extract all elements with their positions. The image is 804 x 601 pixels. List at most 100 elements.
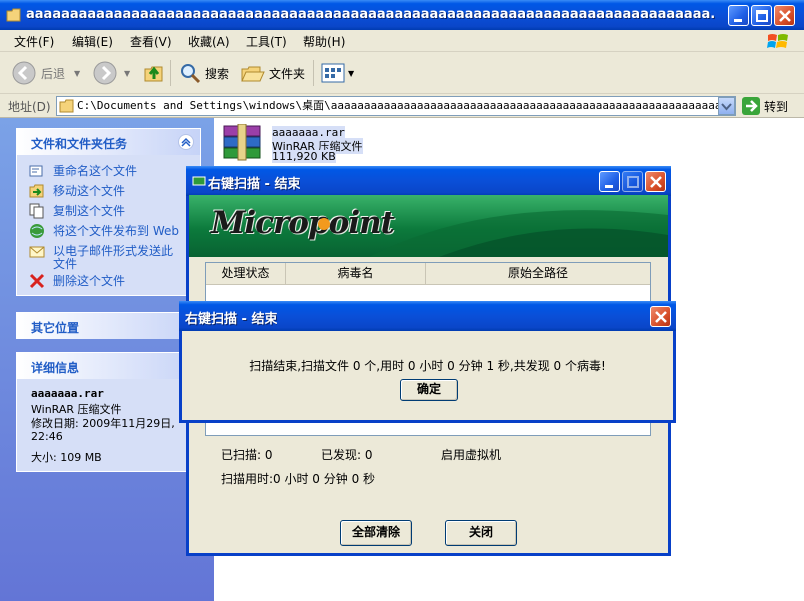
collapse-chevron-icon[interactable] bbox=[178, 134, 194, 150]
found-count: 已发现: 0 bbox=[321, 448, 373, 462]
dialog-close-button[interactable] bbox=[650, 306, 671, 327]
other-places-header[interactable]: 其它位置 bbox=[17, 313, 200, 339]
scanner-title: 右键扫描 - 结束 bbox=[208, 177, 301, 192]
column-path[interactable]: 原始全路径 bbox=[426, 263, 650, 285]
task-move[interactable]: 移动这个文件 bbox=[53, 185, 125, 198]
search-button[interactable]: 搜索 bbox=[178, 60, 229, 86]
address-input[interactable]: C:\Documents and Settings\windows\桌面\aaa… bbox=[56, 96, 736, 116]
other-places-panel: 其它位置 bbox=[16, 312, 201, 339]
up-folder-button[interactable] bbox=[142, 60, 166, 86]
maximize-button[interactable] bbox=[751, 5, 772, 26]
column-status[interactable]: 处理状态 bbox=[206, 263, 286, 285]
chevron-down-icon: ▼ bbox=[124, 68, 131, 78]
file-tasks-header[interactable]: 文件和文件夹任务 bbox=[17, 129, 200, 155]
forward-arrow-icon bbox=[93, 61, 117, 85]
maximize-icon bbox=[627, 176, 639, 188]
other-places-title: 其它位置 bbox=[31, 321, 80, 335]
scanner-minimize-button[interactable] bbox=[599, 171, 620, 192]
email-icon bbox=[29, 246, 45, 258]
address-bar: 地址(D) C:\Documents and Settings\windows\… bbox=[0, 94, 804, 118]
details-type: WinRAR 压缩文件 bbox=[31, 403, 122, 416]
menu-view[interactable]: 查看(V) bbox=[130, 33, 172, 50]
file-tasks-panel: 文件和文件夹任务 重命名这个文件 移动这个文件 复制这个文件 将这个文件发布到 … bbox=[16, 128, 201, 296]
file-item-rar[interactable]: aaaaaaa.rar WinRAR 压缩文件 111,920 KB bbox=[220, 124, 370, 164]
dialog-title: 右键扫描 - 结束 bbox=[185, 312, 278, 327]
menu-favorites[interactable]: 收藏(A) bbox=[188, 33, 230, 50]
details-size: 大小: 109 MB bbox=[31, 451, 102, 464]
folders-button[interactable]: 文件夹 bbox=[240, 60, 305, 86]
minimize-icon bbox=[605, 185, 613, 188]
folders-label: 文件夹 bbox=[269, 66, 306, 81]
dialog-title-bar[interactable]: 右键扫描 - 结束 bbox=[179, 301, 676, 331]
folder-icon bbox=[241, 66, 265, 82]
ok-button[interactable]: 确定 bbox=[400, 379, 458, 401]
views-icon bbox=[321, 63, 345, 83]
micropoint-logo: Micropoint bbox=[211, 205, 395, 241]
menu-help[interactable]: 帮助(H) bbox=[303, 33, 345, 50]
back-button[interactable]: 后退 ▼ bbox=[12, 60, 80, 86]
clear-all-button[interactable]: 全部清除 bbox=[340, 520, 412, 546]
address-value: C:\Documents and Settings\windows\桌面\aaa… bbox=[77, 99, 736, 112]
chevron-down-icon: ▼ bbox=[74, 68, 81, 78]
folder-icon bbox=[6, 8, 21, 22]
address-label: 地址(D) bbox=[8, 100, 51, 114]
file-tasks-title: 文件和文件夹任务 bbox=[31, 137, 128, 151]
chevron-down-icon: ▼ bbox=[348, 68, 355, 78]
copy-file-icon bbox=[29, 203, 44, 219]
minimize-icon bbox=[734, 19, 742, 22]
back-label: 后退 bbox=[41, 66, 66, 81]
menu-tools[interactable]: 工具(T) bbox=[246, 33, 287, 50]
minimize-button[interactable] bbox=[728, 5, 749, 26]
go-label: 转到 bbox=[764, 99, 789, 114]
up-folder-icon bbox=[144, 66, 163, 82]
task-email[interactable]: 以电子邮件形式发送此文件 bbox=[53, 245, 183, 271]
chevron-down-icon bbox=[721, 103, 732, 111]
details-modified: 修改日期: 2009年11月29日, 22:46 bbox=[31, 417, 175, 443]
explorer-title-bar[interactable]: aaaaaaaaaaaaaaaaaaaaaaaaaaaaaaaaaaaaaaaa… bbox=[0, 0, 804, 30]
close-icon bbox=[650, 176, 662, 188]
address-dropdown-button[interactable] bbox=[718, 97, 735, 115]
winrar-archive-icon bbox=[223, 124, 261, 161]
menu-file[interactable]: 文件(F) bbox=[14, 33, 54, 50]
scanner-maximize-button bbox=[622, 171, 643, 192]
logo-dot-icon bbox=[318, 218, 330, 230]
file-size: 111,920 KB bbox=[272, 150, 336, 163]
scanned-count: 已扫描: 0 bbox=[221, 448, 273, 462]
maximize-icon bbox=[756, 10, 768, 22]
close-icon bbox=[779, 10, 791, 22]
task-publish[interactable]: 将这个文件发布到 Web bbox=[53, 225, 179, 238]
scanner-close-button[interactable] bbox=[645, 171, 666, 192]
details-filename: aaaaaaa.rar bbox=[31, 387, 104, 400]
micropoint-banner: Micropoint bbox=[189, 195, 668, 257]
go-arrow-icon bbox=[742, 97, 760, 115]
task-copy[interactable]: 复制这个文件 bbox=[53, 205, 125, 218]
standard-toolbar: 后退 ▼ ▼ 搜索 文件夹 ▼ bbox=[0, 52, 804, 94]
menu-edit[interactable]: 编辑(E) bbox=[72, 33, 113, 50]
scanner-title-bar[interactable]: 右键扫描 - 结束 bbox=[186, 166, 671, 196]
rename-icon bbox=[29, 165, 43, 177]
task-rename[interactable]: 重命名这个文件 bbox=[53, 165, 137, 178]
views-button[interactable]: ▼ bbox=[320, 60, 354, 86]
close-button[interactable] bbox=[774, 5, 795, 26]
move-file-icon bbox=[29, 184, 44, 198]
scan-time: 扫描用时:0 小时 0 分钟 0 秒 bbox=[221, 472, 376, 486]
search-icon bbox=[181, 64, 201, 84]
task-delete[interactable]: 删除这个文件 bbox=[53, 275, 125, 288]
folder-icon bbox=[59, 99, 74, 113]
scan-complete-dialog: 右键扫描 - 结束 扫描结束,扫描文件 0 个,用时 0 小时 0 分钟 1 秒… bbox=[179, 301, 676, 423]
vm-status: 启用虚拟机 bbox=[441, 448, 502, 462]
go-button[interactable]: 转到 bbox=[741, 96, 788, 116]
publish-web-icon bbox=[30, 224, 44, 238]
dialog-message: 扫描结束,扫描文件 0 个,用时 0 小时 0 分钟 1 秒,共发现 0 个病毒… bbox=[249, 359, 606, 373]
search-label: 搜索 bbox=[205, 66, 230, 81]
forward-button[interactable]: ▼ bbox=[93, 60, 130, 86]
details-panel: 详细信息 aaaaaaa.rar WinRAR 压缩文件 修改日期: 2009年… bbox=[16, 352, 201, 472]
details-title: 详细信息 bbox=[31, 361, 80, 375]
column-virus-name[interactable]: 病毒名 bbox=[286, 263, 426, 285]
details-header[interactable]: 详细信息 bbox=[17, 353, 200, 379]
scanner-close-action-button[interactable]: 关闭 bbox=[445, 520, 517, 546]
menu-bar: 文件(F) 编辑(E) 查看(V) 收藏(A) 工具(T) 帮助(H) bbox=[0, 30, 804, 52]
window-title: aaaaaaaaaaaaaaaaaaaaaaaaaaaaaaaaaaaaaaaa… bbox=[26, 7, 716, 22]
back-arrow-icon bbox=[12, 61, 36, 85]
scanner-app-icon bbox=[192, 176, 206, 186]
